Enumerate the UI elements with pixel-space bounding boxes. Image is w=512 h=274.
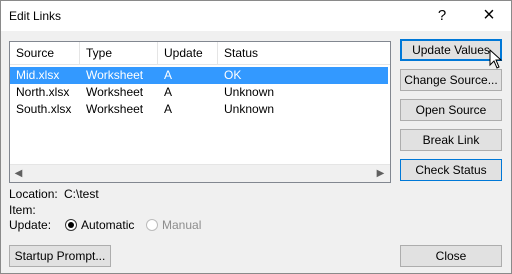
cell-source: North.xlsx [16, 85, 70, 99]
open-source-button[interactable]: Open Source [400, 99, 502, 121]
radio-selected-dot [68, 222, 74, 228]
location-label: Location: [9, 187, 58, 201]
cell-status: OK [224, 68, 242, 82]
close-icon[interactable]: × [473, 3, 505, 29]
manual-radio[interactable] [146, 219, 158, 231]
scroll-left-icon[interactable]: ◀ [10, 165, 27, 182]
manual-label[interactable]: Manual [162, 218, 201, 232]
automatic-label[interactable]: Automatic [81, 218, 134, 232]
edit-links-dialog: Edit Links ? × Source Type Update Status… [0, 0, 512, 274]
column-header-source[interactable]: Source [10, 42, 80, 64]
location-value: C:\test [64, 187, 99, 201]
automatic-radio[interactable] [65, 219, 77, 231]
cell-source: Mid.xlsx [16, 68, 60, 82]
startup-prompt-button[interactable]: Startup Prompt... [9, 245, 111, 267]
cell-type: Worksheet [86, 102, 144, 116]
update-values-button[interactable]: Update Values [400, 39, 502, 61]
change-source-button[interactable]: Change Source... [400, 69, 502, 91]
cell-status: Unknown [224, 85, 275, 99]
window-title: Edit Links [9, 9, 62, 23]
cell-status: Unknown [224, 102, 275, 116]
list-header: Source Type Update Status [10, 42, 390, 65]
list-row-north[interactable]: North.xlsx Worksheet A Unknown [10, 84, 388, 101]
links-list[interactable]: Source Type Update Status Mid.xlsx Works… [9, 41, 391, 183]
cell-source: South.xlsx [16, 102, 72, 116]
help-icon[interactable]: ? [426, 3, 458, 29]
cell-type: Worksheet [86, 85, 144, 99]
item-label: Item: [9, 203, 36, 217]
column-header-status[interactable]: Status [218, 42, 390, 64]
column-header-update[interactable]: Update [158, 42, 218, 64]
cell-type: Worksheet [86, 68, 144, 82]
check-status-button[interactable]: Check Status [400, 159, 502, 181]
close-button[interactable]: Close [400, 245, 502, 267]
column-header-type[interactable]: Type [80, 42, 158, 64]
scroll-right-icon[interactable]: ▶ [372, 165, 389, 182]
cell-update: A [164, 85, 173, 99]
list-row-mid[interactable]: Mid.xlsx Worksheet A OK [10, 67, 388, 84]
horizontal-scrollbar[interactable]: ◀ ▶ [10, 164, 390, 182]
cell-update: A [164, 102, 173, 116]
mouse-cursor-icon [489, 49, 503, 69]
cell-update: A [164, 68, 173, 82]
break-link-button[interactable]: Break Link [400, 129, 502, 151]
update-label: Update: [9, 218, 52, 232]
title-bar: Edit Links ? × [1, 1, 511, 31]
list-row-south[interactable]: South.xlsx Worksheet A Unknown [10, 101, 388, 118]
